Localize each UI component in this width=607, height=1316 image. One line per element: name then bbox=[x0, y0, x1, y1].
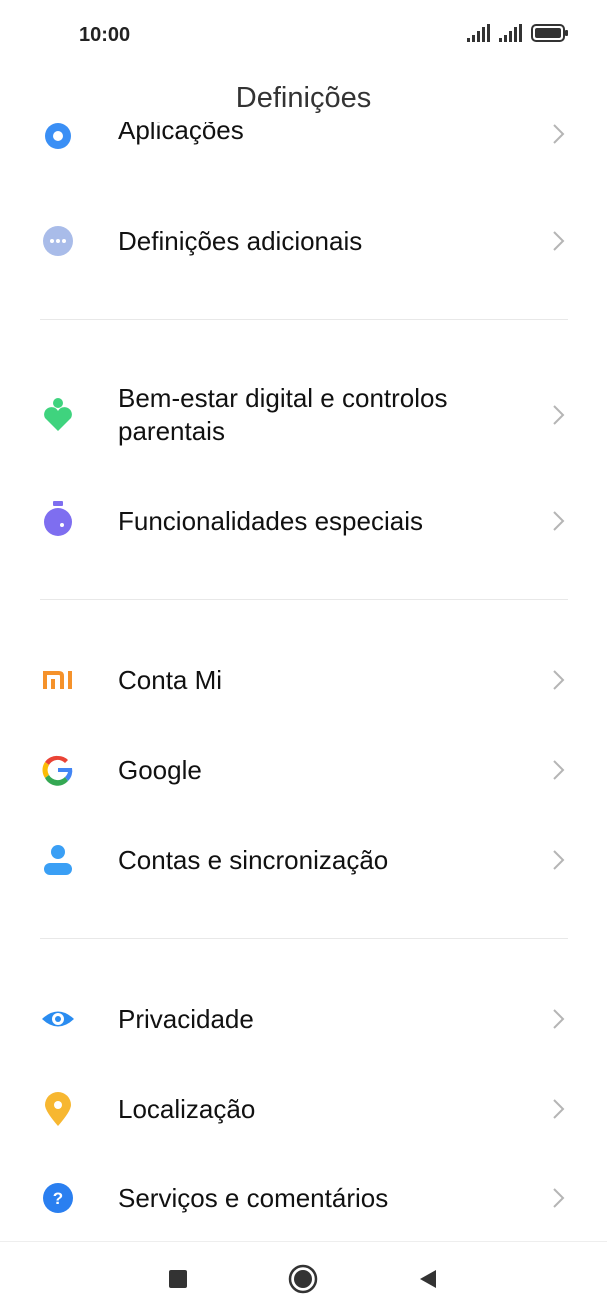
section-divider bbox=[40, 599, 568, 600]
settings-item-servicos-comentarios[interactable]: ? Serviços e comentários bbox=[0, 1158, 607, 1238]
chevron-right-icon bbox=[553, 670, 565, 690]
status-icons bbox=[467, 24, 569, 47]
settings-item-label: Definições adicionais bbox=[118, 226, 363, 256]
settings-item-label: Contas e sincronização bbox=[118, 845, 389, 875]
chevron-right-icon bbox=[553, 405, 565, 425]
settings-item-bem-estar-digital[interactable]: Bem-estar digital e controlos parentais bbox=[0, 370, 607, 460]
gear-icon bbox=[40, 122, 76, 154]
settings-item-definicoes-adicionais[interactable]: Definições adicionais bbox=[0, 201, 607, 281]
svg-text:?: ? bbox=[53, 1189, 63, 1208]
settings-item-aplicacoes[interactable]: Aplicações bbox=[0, 122, 607, 162]
chevron-right-icon bbox=[553, 1188, 565, 1208]
chevron-right-icon bbox=[553, 231, 565, 251]
chevron-right-icon bbox=[553, 760, 565, 780]
settings-item-conta-mi[interactable]: Conta Mi bbox=[0, 640, 607, 720]
battery-icon bbox=[531, 24, 569, 47]
settings-list[interactable]: Aplicações Definições adicionais Bem-est… bbox=[0, 122, 607, 1242]
google-g-icon bbox=[40, 752, 76, 788]
settings-item-label: Bem-estar digital e controlos parentais bbox=[118, 383, 448, 446]
settings-item-contas-sincronizacao[interactable]: Contas e sincronização bbox=[0, 820, 607, 900]
recents-square-icon[interactable] bbox=[163, 1264, 193, 1294]
page-title: Definições bbox=[235, 82, 372, 114]
section-divider bbox=[40, 938, 568, 939]
mi-logo-icon bbox=[40, 662, 76, 698]
eye-icon bbox=[40, 1001, 76, 1037]
settings-item-label: Conta Mi bbox=[118, 665, 223, 695]
flask-icon bbox=[40, 501, 76, 537]
home-circle-icon[interactable] bbox=[288, 1264, 318, 1294]
settings-item-google[interactable]: Google bbox=[0, 730, 607, 810]
help-circle-icon: ? bbox=[40, 1180, 76, 1216]
settings-screen: 10:00 Definições Aplicações Definições a… bbox=[0, 0, 607, 1316]
settings-item-label: Funcionalidades especiais bbox=[118, 506, 423, 536]
settings-item-funcionalidades-especiais[interactable]: Funcionalidades especiais bbox=[0, 481, 607, 561]
location-pin-icon bbox=[40, 1091, 76, 1127]
status-bar: 10:00 bbox=[0, 0, 607, 70]
more-dots-icon bbox=[40, 223, 76, 259]
settings-item-label: Google bbox=[118, 755, 202, 785]
settings-item-label: Aplicações bbox=[118, 122, 244, 145]
chevron-right-icon bbox=[553, 850, 565, 870]
settings-item-localizacao[interactable]: Localização bbox=[0, 1069, 607, 1149]
back-triangle-icon[interactable] bbox=[413, 1264, 443, 1294]
section-divider bbox=[40, 319, 568, 320]
chevron-right-icon bbox=[553, 1009, 565, 1029]
chevron-right-icon bbox=[553, 511, 565, 531]
chevron-right-icon bbox=[553, 1099, 565, 1119]
status-time: 10:00 bbox=[79, 24, 131, 46]
person-icon bbox=[40, 842, 76, 878]
navigation-bar bbox=[0, 1241, 607, 1316]
chevron-right-icon bbox=[553, 124, 565, 144]
settings-item-label: Privacidade bbox=[118, 1004, 254, 1034]
settings-item-label: Serviços e comentários bbox=[118, 1183, 389, 1213]
signal-icon bbox=[467, 24, 491, 47]
heart-person-icon bbox=[40, 397, 76, 433]
settings-item-privacidade[interactable]: Privacidade bbox=[0, 979, 607, 1059]
settings-item-label: Localização bbox=[118, 1094, 256, 1124]
signal-icon bbox=[499, 24, 523, 47]
